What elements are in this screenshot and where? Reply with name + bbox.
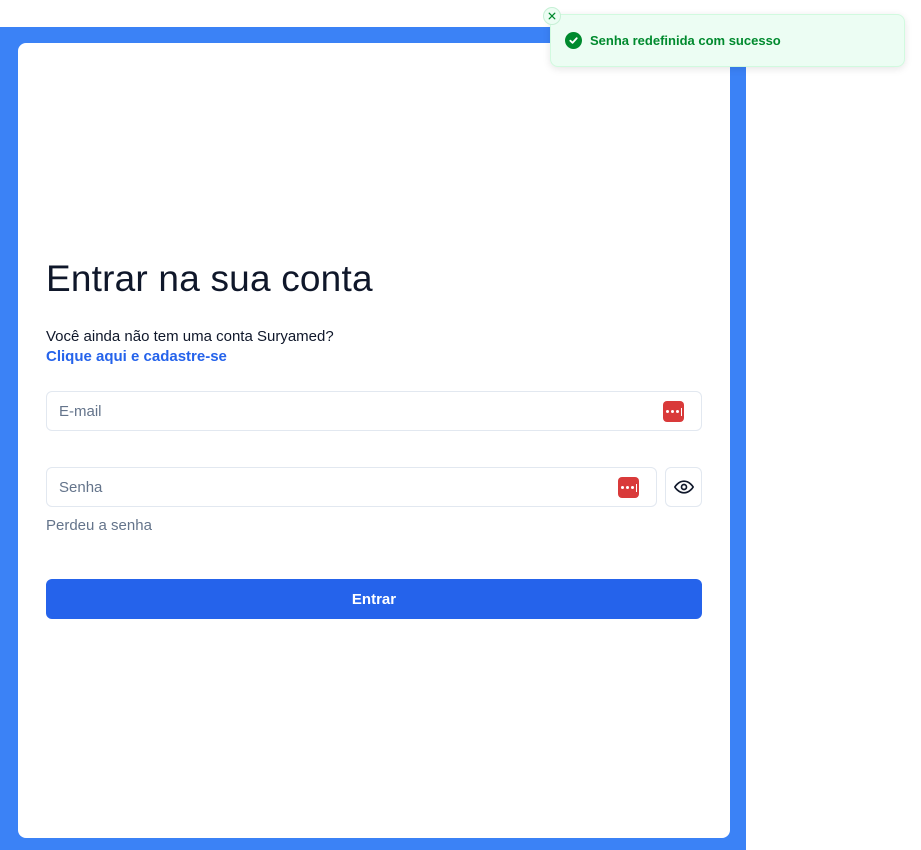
toast-message: Senha redefinida com sucesso <box>590 33 781 48</box>
signup-link[interactable]: Clique aqui e cadastre-se <box>46 348 227 365</box>
forgot-password-link[interactable]: Perdeu a senha <box>46 517 152 534</box>
email-input[interactable] <box>47 392 701 430</box>
password-manager-icon[interactable] <box>663 401 684 422</box>
login-submit-button[interactable]: Entrar <box>46 579 702 619</box>
show-password-button[interactable] <box>665 467 702 507</box>
toast-close-button[interactable] <box>543 7 561 25</box>
password-input[interactable] <box>47 468 656 506</box>
close-icon <box>548 12 556 20</box>
password-field-wrapper <box>46 467 657 507</box>
login-card <box>18 43 730 838</box>
email-field-wrapper <box>46 391 702 431</box>
password-manager-icon[interactable] <box>618 477 639 498</box>
success-toast: Senha redefinida com sucesso <box>543 7 905 67</box>
eye-icon <box>673 480 694 494</box>
page-title: Entrar na sua conta <box>46 258 373 299</box>
signup-prompt: Você ainda não tem uma conta Suryamed? <box>46 328 334 345</box>
check-circle-icon <box>565 32 582 49</box>
